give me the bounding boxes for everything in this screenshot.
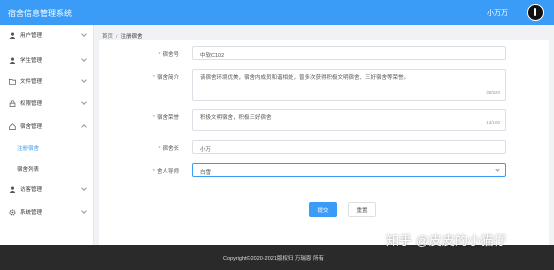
top-bar: 宿舍信息管理系统 小万万: [0, 0, 554, 25]
chevron-down-icon: [81, 208, 87, 214]
intro-textarea[interactable]: 该宿舍环境优美，宿舍内成员和谐相处，曾多次获得积极文明宿舍、三好宿舍等荣誉。 38…: [192, 69, 506, 101]
chevron-down-icon: [81, 77, 87, 83]
sidebar-item-students[interactable]: 学生管理: [0, 53, 94, 67]
chevron-up-icon: [81, 124, 87, 130]
folder-icon: [9, 78, 16, 85]
honor-label: * 宿舍荣誉: [152, 115, 179, 121]
chevron-down-icon: [495, 167, 500, 172]
main-content: 首页 / 注册宿舍 * 宿舍号 中软C102 * 宿舍简介 该宿舍环境优美，宿舍内成员和…: [94, 25, 554, 245]
sidebar-subitem-label: 宿舍列表: [17, 167, 40, 173]
manager-select[interactable]: 白雪: [192, 163, 506, 177]
sidebar-subitem-label: 注册宿舍: [17, 146, 40, 152]
dorm-icon: [9, 122, 16, 130]
sidebar-item-label: 用户管理: [20, 33, 43, 39]
sidebar-subitem-dorm-list[interactable]: 宿舍列表: [0, 162, 94, 176]
sidebar-item-system[interactable]: 系统管理: [0, 205, 94, 219]
watermark: 知乎 @皮皮的小猫仔: [386, 233, 507, 248]
sidebar-item-files[interactable]: 文件管理: [0, 74, 94, 88]
lock-icon: [9, 99, 16, 107]
sidebar: 用户管理 学生管理 文件管理 权限管理 宿舍管理 注册宿舍 宿舍列表 访客管理 …: [0, 25, 94, 245]
username[interactable]: 小万万: [487, 8, 508, 18]
sidebar-item-users[interactable]: 用户管理: [0, 28, 94, 42]
sidebar-item-permissions[interactable]: 权限管理: [0, 96, 94, 110]
sidebar-subitem-register-dorm[interactable]: 注册宿舍: [0, 141, 94, 155]
visitor-icon: [9, 186, 16, 193]
intro-label: * 宿舍简介: [152, 75, 179, 81]
reset-button[interactable]: 重置: [348, 202, 376, 217]
breadcrumb: 首页 / 注册宿舍: [102, 32, 143, 40]
sidebar-item-label: 访客管理: [20, 187, 43, 193]
leader-label: * 宿舍长: [158, 146, 179, 152]
leader-field[interactable]: 小万: [192, 140, 506, 154]
dorm-no-label: * 宿舍号: [158, 52, 179, 58]
form-panel: * 宿舍号 中软C102 * 宿舍简介 该宿舍环境优美，宿舍内成员和谐相处，曾多次获…: [99, 40, 549, 245]
honor-textarea[interactable]: 积极文明宿舍，积极三好宿舍 13/100: [192, 109, 506, 131]
intro-counter: 38/520: [486, 90, 500, 95]
sidebar-item-label: 权限管理: [20, 101, 43, 107]
chevron-down-icon: [81, 31, 87, 37]
user-icon: [9, 32, 16, 39]
student-icon: [9, 57, 16, 64]
sidebar-item-label: 宿舍管理: [20, 124, 43, 130]
settings-icon: [9, 209, 16, 215]
copyright-text: Copyright©2020-2021版权归 万瑞恩 所有: [223, 256, 324, 262]
manager-label: * 舍人导师: [152, 169, 179, 175]
sidebar-item-visitors[interactable]: 访客管理: [0, 182, 94, 196]
dorm-no-field[interactable]: 中软C102: [192, 46, 506, 60]
chevron-down-icon: [81, 99, 87, 105]
chevron-down-icon: [81, 185, 87, 191]
chevron-down-icon: [81, 56, 87, 62]
sidebar-item-label: 学生管理: [20, 58, 43, 64]
sidebar-item-label: 文件管理: [20, 79, 43, 85]
honor-counter: 13/100: [486, 120, 500, 125]
sidebar-item-label: 系统管理: [20, 210, 43, 216]
submit-button[interactable]: 提交: [309, 202, 337, 217]
avatar[interactable]: [527, 4, 544, 21]
app-title: 宿舍信息管理系统: [8, 9, 72, 18]
sidebar-item-dorms[interactable]: 宿舍管理: [0, 119, 94, 133]
